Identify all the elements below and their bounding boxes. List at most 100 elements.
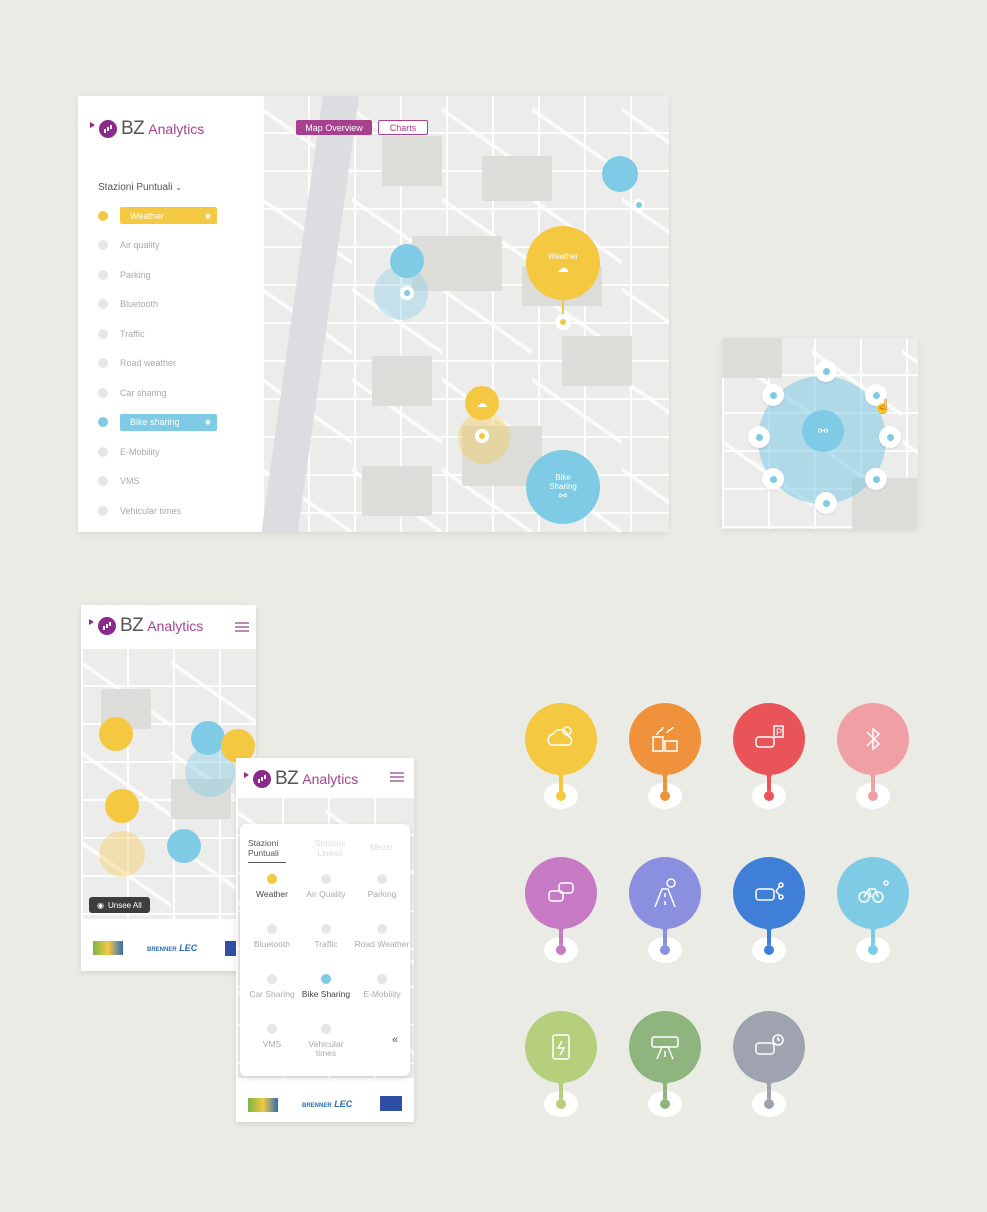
- map-area[interactable]: Map Overview Charts Weather ☁ ☁ Bike Sha…: [258, 96, 669, 532]
- category-dot: [377, 874, 387, 884]
- category-label: Air quality: [120, 240, 160, 251]
- weather-icon: ☁: [476, 397, 488, 410]
- parking-icon: P: [755, 725, 784, 748]
- vehicular-times-icon: [755, 1034, 784, 1055]
- category-label: Vehicular times: [120, 505, 182, 516]
- category-item[interactable]: Vehicular times: [98, 496, 217, 526]
- category-item[interactable]: Bluetooth: [98, 290, 217, 320]
- category-item[interactable]: Parking: [98, 260, 217, 290]
- bike-sharing-marker[interactable]: [602, 156, 638, 192]
- category-item[interactable]: Weather ◉: [98, 201, 217, 231]
- desktop-app-preview: Map Overview Charts Weather ☁ ☁ Bike Sha…: [78, 96, 669, 532]
- category-label: Bike Sharing: [301, 989, 351, 999]
- spider-marker[interactable]: [762, 384, 784, 406]
- bike-sharing-cluster[interactable]: ⚯: [802, 410, 844, 452]
- car-sharing-pin[interactable]: [729, 857, 809, 963]
- weather-marker[interactable]: [99, 717, 133, 751]
- eye-icon[interactable]: ◉: [205, 212, 211, 220]
- category-item[interactable]: Bike sharing ◉: [98, 408, 217, 438]
- bluetooth-pin[interactable]: [833, 703, 913, 809]
- menu-icon[interactable]: [235, 622, 249, 624]
- category-dot: [377, 974, 387, 984]
- app-logo[interactable]: BZ Analytics: [90, 118, 204, 140]
- category-item[interactable]: Car sharing: [98, 378, 217, 408]
- bike-sharing-marker-large[interactable]: Bike Sharing ⚯: [526, 450, 600, 524]
- tab-stazioni-lineari[interactable]: Stazioni Lineari: [308, 838, 352, 858]
- parking-pin[interactable]: P: [729, 703, 809, 809]
- app-logo[interactable]: BZ Analytics: [89, 615, 203, 637]
- category-item[interactable]: Road weather: [98, 349, 217, 379]
- tab-mezzi[interactable]: Mezzi: [370, 842, 392, 852]
- app-logo[interactable]: BZ Analytics: [244, 768, 358, 790]
- category-cell[interactable]: Air Quality: [298, 874, 354, 899]
- svg-text:P: P: [776, 727, 782, 737]
- bike-sharing-pin[interactable]: [833, 857, 913, 963]
- category-dot: [98, 417, 108, 428]
- map-area[interactable]: ◉ Unsee All: [81, 649, 256, 919]
- category-item[interactable]: VMS: [98, 467, 217, 497]
- marker-label: Sharing: [549, 481, 577, 491]
- spider-marker[interactable]: [815, 492, 837, 514]
- category-dot: [98, 240, 108, 251]
- category-label: Air Quality: [306, 889, 346, 899]
- chevron-down-icon: ⌄: [175, 183, 182, 192]
- category-cell[interactable]: Bike Sharing: [298, 974, 354, 999]
- category-cell[interactable]: Parking: [354, 874, 410, 899]
- category-cell[interactable]: Road Weather: [354, 924, 410, 949]
- category-item[interactable]: Traffic: [98, 319, 217, 349]
- pin-head: [733, 1011, 805, 1083]
- pin-head: [629, 1011, 701, 1083]
- bike-sharing-marker[interactable]: [390, 244, 424, 278]
- tab-map-overview[interactable]: Map Overview: [296, 120, 372, 135]
- mobile-menu-preview: BZ Analytics Stazioni Puntuali Stazioni L…: [236, 758, 414, 1122]
- weather-marker[interactable]: ☁: [465, 386, 499, 420]
- category-label: Parking: [367, 889, 397, 899]
- tab-charts[interactable]: Charts: [378, 120, 428, 135]
- section-dropdown[interactable]: Stazioni Puntuali ⌄: [98, 182, 182, 193]
- category-dot: [321, 924, 331, 934]
- spider-marker[interactable]: [865, 468, 887, 490]
- category-menu: Stazioni Puntuali Stazioni Lineari Mezzi…: [240, 824, 410, 1076]
- bluetooth-icon: [866, 727, 881, 751]
- pin-head: [629, 857, 701, 929]
- unsee-all-button[interactable]: ◉ Unsee All: [89, 897, 150, 913]
- traffic-icon: [548, 882, 574, 902]
- category-cell[interactable]: Car Sharing: [244, 974, 300, 999]
- menu-icon[interactable]: [390, 772, 404, 774]
- category-item[interactable]: Air quality: [98, 231, 217, 261]
- tab-stazioni-puntuali[interactable]: Stazioni Puntuali: [248, 838, 286, 863]
- spider-marker[interactable]: [815, 360, 837, 382]
- pin-head: [525, 703, 597, 775]
- marker-spider-zoom: ⚯ ☝: [722, 338, 918, 529]
- category-cell[interactable]: Traffic: [298, 924, 354, 949]
- spider-marker[interactable]: [762, 468, 784, 490]
- vms-pin[interactable]: [625, 1011, 705, 1117]
- category-item[interactable]: E-Mobility: [98, 437, 217, 467]
- traffic-pin[interactable]: [521, 857, 601, 963]
- bike-sharing-marker[interactable]: [167, 829, 201, 863]
- air-quality-pin[interactable]: [625, 703, 705, 809]
- spider-marker[interactable]: [879, 426, 901, 448]
- weather-marker-large[interactable]: Weather ☁: [526, 226, 600, 300]
- vehicular-times-pin[interactable]: [729, 1011, 809, 1117]
- category-label: E-Mobility: [363, 989, 401, 999]
- e-mobility-pin[interactable]: [521, 1011, 601, 1117]
- category-cell[interactable]: E-Mobility: [354, 974, 410, 999]
- eye-icon[interactable]: ◉: [205, 418, 211, 426]
- weather-marker[interactable]: [105, 789, 139, 823]
- spider-marker[interactable]: [748, 426, 770, 448]
- partner-logo-brenner-lec: BRENNER LEC: [302, 1099, 353, 1109]
- eye-off-icon: ◉: [97, 900, 104, 910]
- category-cell[interactable]: Weather: [244, 874, 300, 899]
- car-sharing-icon: [755, 882, 784, 901]
- weather-pin[interactable]: [521, 703, 601, 809]
- pin-head: [837, 703, 909, 775]
- logo-icon: [99, 120, 117, 138]
- road-weather-pin[interactable]: [625, 857, 705, 963]
- collapse-button[interactable]: «: [392, 1034, 398, 1046]
- bike-sharing-marker[interactable]: [191, 721, 225, 755]
- category-cell[interactable]: Bluetooth: [244, 924, 300, 949]
- category-cell[interactable]: Vehicular times: [298, 1024, 354, 1058]
- category-cell[interactable]: VMS: [244, 1024, 300, 1049]
- category-label: Road weather: [120, 358, 177, 369]
